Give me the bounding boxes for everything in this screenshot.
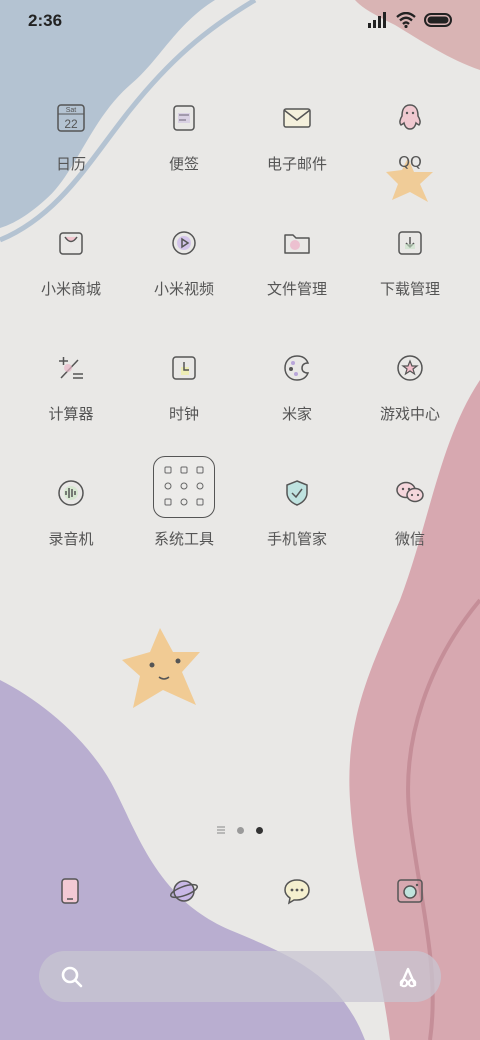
dock-camera[interactable] bbox=[395, 876, 425, 906]
calendar-date: 22 bbox=[64, 117, 78, 131]
shopping-bag-icon bbox=[51, 223, 91, 263]
security-shield-icon bbox=[277, 473, 317, 513]
app-calculator[interactable]: 计算器 bbox=[15, 348, 127, 458]
app-qq[interactable]: QQ bbox=[354, 98, 466, 208]
app-label-security: 手机管家 bbox=[266, 530, 327, 548]
assistant-icon[interactable] bbox=[395, 965, 421, 989]
app-label-file-manager: 文件管理 bbox=[266, 280, 327, 298]
app-label-recorder: 录音机 bbox=[48, 530, 94, 548]
smart-home-icon bbox=[277, 348, 317, 388]
dock-phone[interactable] bbox=[55, 876, 85, 906]
app-notes[interactable]: 便签 bbox=[128, 98, 240, 208]
dock-browser[interactable] bbox=[169, 876, 199, 906]
app-clock[interactable]: 时钟 bbox=[128, 348, 240, 458]
app-label-calendar: 日历 bbox=[55, 155, 86, 173]
app-label-notes: 便签 bbox=[168, 155, 199, 173]
app-game-center[interactable]: 游戏中心 bbox=[354, 348, 466, 458]
page-dot bbox=[237, 826, 244, 834]
app-wechat[interactable]: 微信 bbox=[354, 473, 466, 583]
app-mi-home[interactable]: 米家 bbox=[241, 348, 353, 458]
status-bar: 2:36 bbox=[0, 0, 480, 42]
dock-messages[interactable] bbox=[282, 876, 312, 906]
page-menu-icon bbox=[217, 826, 225, 834]
browser-planet-icon bbox=[170, 880, 198, 902]
app-label-mi-video: 小米视频 bbox=[153, 280, 214, 298]
app-mi-store[interactable]: 小米商城 bbox=[15, 223, 127, 333]
app-label-wechat: 微信 bbox=[394, 530, 425, 548]
folder-icon bbox=[277, 223, 317, 263]
app-label-mi-home: 米家 bbox=[281, 405, 312, 423]
app-system-tools-folder[interactable]: 系统工具 bbox=[128, 456, 240, 583]
wifi-icon bbox=[396, 12, 416, 28]
app-label-downloads: 下载管理 bbox=[379, 280, 440, 298]
app-label-calculator: 计算器 bbox=[48, 405, 94, 423]
app-mi-video[interactable]: 小米视频 bbox=[128, 223, 240, 333]
app-label-clock: 时钟 bbox=[168, 405, 199, 423]
camera-icon bbox=[397, 879, 423, 903]
recorder-icon bbox=[51, 473, 91, 513]
mail-icon bbox=[277, 98, 317, 138]
notes-icon bbox=[164, 98, 204, 138]
app-mail[interactable]: 电子邮件 bbox=[241, 98, 353, 208]
calculator-icon bbox=[51, 348, 91, 388]
status-icons bbox=[368, 12, 454, 28]
calendar-day: Sat bbox=[66, 107, 77, 114]
search-icon[interactable] bbox=[60, 965, 84, 989]
page-dot-active bbox=[256, 826, 263, 834]
page-indicator[interactable] bbox=[0, 822, 480, 838]
app-label-system-tools: 系统工具 bbox=[153, 530, 214, 548]
download-icon bbox=[390, 223, 430, 263]
status-time: 2:36 bbox=[28, 11, 63, 30]
clock-icon bbox=[164, 348, 204, 388]
battery-icon bbox=[424, 13, 452, 27]
messages-icon bbox=[284, 879, 310, 905]
app-label-mail: 电子邮件 bbox=[266, 155, 327, 173]
app-label-qq: QQ bbox=[398, 153, 422, 171]
folder-system-tools-icon bbox=[153, 456, 215, 518]
signal-icon bbox=[368, 12, 386, 28]
app-label-mi-store: 小米商城 bbox=[40, 280, 101, 298]
app-recorder[interactable]: 录音机 bbox=[15, 473, 127, 583]
app-downloads[interactable]: 下载管理 bbox=[354, 223, 466, 333]
app-label-game-center: 游戏中心 bbox=[379, 405, 440, 423]
video-play-icon bbox=[164, 223, 204, 263]
phone-icon bbox=[61, 878, 79, 904]
app-calendar[interactable]: Sat 22 日历 bbox=[15, 98, 127, 208]
app-security[interactable]: 手机管家 bbox=[241, 473, 353, 583]
qq-penguin-icon bbox=[390, 98, 430, 138]
game-star-icon bbox=[390, 348, 430, 388]
app-file-manager[interactable]: 文件管理 bbox=[241, 223, 353, 333]
search-bar[interactable] bbox=[39, 951, 441, 1002]
calendar-icon: Sat 22 bbox=[51, 98, 91, 138]
wechat-icon bbox=[390, 473, 430, 513]
